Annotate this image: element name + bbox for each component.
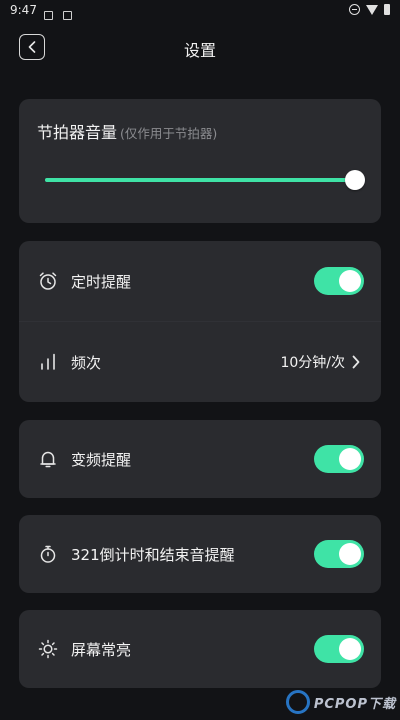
screen-always-on-card: 屏幕常亮 bbox=[19, 610, 381, 688]
volume-subtitle: (仅作用于节拍器) bbox=[120, 126, 218, 141]
timer-reminder-label: 定时提醒 bbox=[71, 272, 132, 291]
screen-always-on-row: 屏幕常亮 bbox=[19, 610, 381, 688]
countdown-reminder-toggle[interactable] bbox=[314, 540, 364, 568]
screen-always-on-toggle[interactable] bbox=[314, 635, 364, 663]
slider-thumb[interactable] bbox=[345, 170, 366, 190]
battery-icon bbox=[384, 4, 390, 15]
image-notification-icon bbox=[44, 11, 53, 20]
metronome-volume-card: 节拍器音量 (仅作用于节拍器) bbox=[19, 99, 381, 223]
alarm-clock-icon bbox=[39, 272, 57, 290]
stopwatch-icon bbox=[40, 545, 56, 563]
tempo-change-reminder-toggle[interactable] bbox=[314, 445, 364, 473]
tempo-change-reminder-row: 变频提醒 bbox=[19, 420, 381, 498]
countdown-reminder-row: 321倒计时和结束音提醒 bbox=[19, 515, 381, 593]
watermark-text: PCPOP下载 bbox=[313, 696, 396, 712]
volume-slider[interactable] bbox=[45, 170, 366, 190]
chevron-right-icon bbox=[352, 355, 360, 369]
watermark: PCPOP下载 bbox=[285, 690, 396, 714]
bell-icon bbox=[40, 451, 56, 468]
watermark-logo-icon bbox=[285, 690, 310, 714]
timer-reminder-card: 定时提醒 频次 10分钟/次 bbox=[19, 241, 381, 402]
countdown-reminder-label: 321倒计时和结束音提醒 bbox=[71, 545, 235, 564]
frequency-row[interactable]: 频次 10分钟/次 bbox=[19, 322, 381, 402]
tempo-change-reminder-label: 变频提醒 bbox=[71, 450, 132, 469]
page-title: 设置 bbox=[183, 41, 216, 60]
screen-always-on-label: 屏幕常亮 bbox=[71, 640, 132, 659]
do-not-disturb-icon bbox=[349, 4, 360, 15]
timer-reminder-toggle[interactable] bbox=[314, 267, 364, 295]
volume-title: 节拍器音量 (仅作用于节拍器) bbox=[37, 119, 217, 143]
header: 设置 bbox=[0, 22, 400, 76]
countdown-reminder-card: 321倒计时和结束音提醒 bbox=[19, 515, 381, 593]
tempo-change-reminder-card: 变频提醒 bbox=[19, 420, 381, 498]
wifi-icon bbox=[366, 4, 378, 15]
frequency-label: 频次 bbox=[71, 353, 102, 372]
status-time: 9:47 bbox=[10, 3, 37, 17]
system-icons bbox=[349, 4, 390, 15]
timer-reminder-row: 定时提醒 bbox=[19, 241, 381, 321]
slider-fill bbox=[45, 178, 356, 182]
sun-icon bbox=[38, 639, 58, 659]
frequency-value: 10分钟/次 bbox=[280, 355, 345, 371]
text-notification-icon bbox=[63, 11, 73, 20]
status-bar: 9:47 bbox=[0, 0, 400, 22]
volume-label: 节拍器音量 bbox=[37, 123, 118, 142]
bar-chart-icon bbox=[41, 353, 55, 370]
